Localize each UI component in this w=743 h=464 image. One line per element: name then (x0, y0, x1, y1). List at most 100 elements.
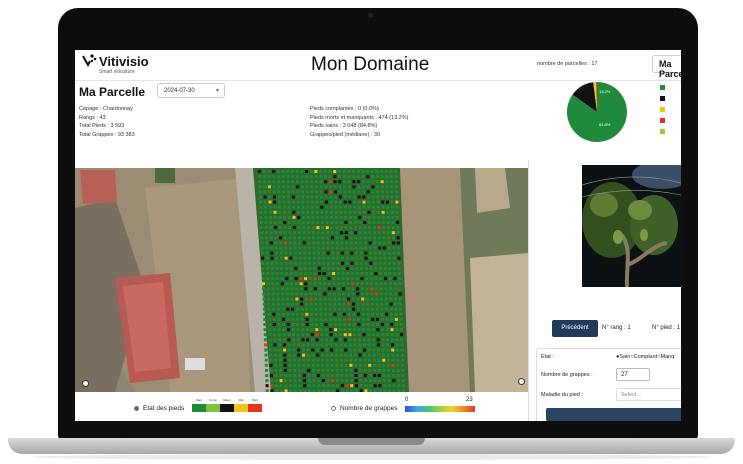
vine-dot[interactable] (275, 261, 279, 265)
vine-dot[interactable] (325, 363, 329, 367)
vine-dot[interactable] (340, 363, 343, 367)
vine-dot[interactable] (375, 312, 379, 316)
vine-dot[interactable] (376, 333, 380, 337)
vine-dot[interactable] (376, 328, 380, 332)
vine-dot[interactable] (281, 180, 285, 184)
vine-dot[interactable] (277, 307, 280, 311)
vine-dot[interactable] (275, 256, 279, 260)
vine-dot[interactable] (289, 251, 293, 255)
vine-dot[interactable] (323, 292, 327, 296)
vine-dot[interactable] (363, 368, 367, 372)
vine-dot[interactable] (382, 368, 386, 372)
vine-dot[interactable] (262, 175, 266, 179)
vine-dot[interactable] (395, 323, 398, 326)
vine-dot[interactable] (385, 180, 389, 184)
vine-dot[interactable] (342, 302, 346, 306)
vine-dot[interactable] (270, 379, 274, 383)
vine-dot[interactable] (333, 323, 337, 326)
vine-dot[interactable] (376, 195, 380, 199)
vine-dot[interactable] (301, 215, 305, 219)
vine-dot[interactable] (397, 251, 401, 255)
vine-dot[interactable] (296, 328, 300, 332)
vine-dot[interactable] (267, 180, 271, 184)
vine-dot[interactable] (374, 272, 378, 275)
vine-dot[interactable] (321, 246, 325, 250)
vine-dot[interactable] (335, 241, 339, 245)
vine-dot[interactable] (329, 190, 333, 194)
vine-dot[interactable] (390, 317, 394, 321)
vine-dot[interactable] (337, 292, 341, 296)
vine-dot[interactable] (305, 307, 309, 311)
vine-dot[interactable] (348, 348, 352, 352)
vine-dot[interactable] (354, 384, 358, 388)
vine-dot[interactable] (279, 241, 283, 245)
vine-dot[interactable] (307, 368, 311, 372)
vine-dot[interactable] (391, 358, 395, 362)
vine-dot[interactable] (304, 297, 308, 301)
vine-dot[interactable] (271, 272, 274, 275)
vine-dot[interactable] (323, 302, 327, 306)
vine-dot[interactable] (333, 317, 337, 321)
vine-dot[interactable] (297, 368, 301, 372)
vine-dot[interactable] (335, 374, 339, 377)
vine-dot[interactable] (360, 287, 364, 291)
vine-dot[interactable] (293, 368, 297, 372)
vine-dot[interactable] (325, 353, 329, 357)
vine-dot[interactable] (307, 363, 311, 367)
vine-dot[interactable] (344, 348, 348, 352)
vine-dot[interactable] (287, 343, 291, 347)
vine-dot[interactable] (321, 236, 325, 240)
vine-dot[interactable] (344, 221, 348, 224)
vine-dot[interactable] (301, 338, 305, 342)
vine-dot[interactable] (286, 190, 290, 194)
vine-dot[interactable] (274, 226, 278, 230)
vine-dot[interactable] (342, 170, 346, 173)
vine-dot[interactable] (270, 251, 274, 255)
vine-dot[interactable] (306, 353, 310, 357)
vine-dot[interactable] (343, 185, 347, 189)
vine-dot[interactable] (363, 226, 367, 230)
vine-dot[interactable] (269, 236, 273, 240)
vine-dot[interactable] (267, 302, 271, 306)
vine-dot[interactable] (401, 368, 405, 372)
vine-dot[interactable] (322, 251, 325, 255)
vine-dot[interactable] (264, 210, 268, 214)
vine-dot[interactable] (267, 312, 271, 316)
vine-dot[interactable] (388, 272, 392, 275)
vine-dot[interactable] (314, 312, 318, 316)
vine-dot[interactable] (386, 348, 390, 352)
vine-dot[interactable] (330, 363, 334, 367)
vine-dot[interactable] (344, 226, 348, 230)
maladie-select[interactable]: Select... (616, 388, 681, 401)
vine-dot[interactable] (285, 287, 289, 291)
vine-dot[interactable] (393, 292, 397, 296)
vine-dot[interactable] (292, 358, 296, 362)
vine-dot[interactable] (377, 368, 381, 372)
vine-dot[interactable] (317, 246, 321, 250)
vine-dot[interactable] (362, 333, 366, 337)
vine-dot[interactable] (300, 312, 304, 316)
vine-dot[interactable] (275, 277, 279, 281)
vine-dot[interactable] (347, 175, 351, 179)
vine-dot[interactable] (361, 185, 365, 189)
vine-dot[interactable] (298, 261, 302, 265)
vine-dot[interactable] (373, 246, 377, 250)
vine-dot[interactable] (330, 348, 334, 352)
vine-dot[interactable] (397, 246, 400, 250)
vine-dot[interactable] (301, 328, 305, 332)
vine-dot[interactable] (260, 246, 264, 250)
vine-dot[interactable] (259, 205, 263, 209)
vine-dot[interactable] (384, 292, 388, 296)
vine-dot[interactable] (354, 231, 358, 235)
vine-dot[interactable] (307, 358, 310, 362)
vine-dot[interactable] (291, 317, 295, 321)
vine-dot[interactable] (342, 292, 346, 296)
vine-dot[interactable] (356, 282, 359, 286)
vine-dot[interactable] (388, 256, 391, 260)
vine-dot[interactable] (282, 323, 286, 326)
vine-dot[interactable] (331, 241, 334, 245)
vine-dot[interactable] (279, 231, 282, 235)
vine-dot[interactable] (339, 338, 343, 342)
vine-dot[interactable] (353, 215, 357, 219)
vine-dot[interactable] (373, 368, 377, 372)
